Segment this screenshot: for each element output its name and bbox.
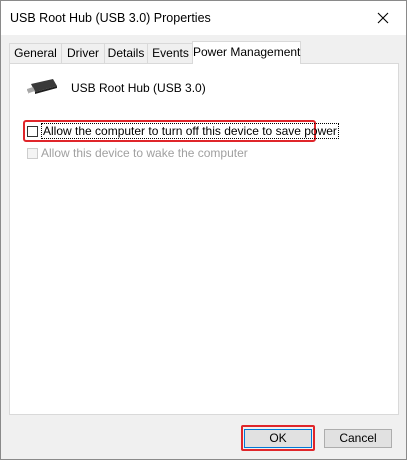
power-management-panel: USB Root Hub (USB 3.0) Allow the compute…: [9, 63, 399, 415]
allow-turn-off-label[interactable]: Allow the computer to turn off this devi…: [41, 123, 339, 139]
allow-wake-checkbox: [27, 147, 38, 159]
usb-plug-icon: [27, 79, 57, 94]
tab-details[interactable]: Details: [104, 43, 148, 63]
allow-wake-label: Allow this device to wake the computer: [41, 146, 248, 160]
window-title: USB Root Hub (USB 3.0) Properties: [10, 11, 211, 25]
device-name: USB Root Hub (USB 3.0): [71, 81, 206, 95]
allow-wake-option: Allow this device to wake the computer: [27, 145, 248, 161]
allow-turn-off-option[interactable]: Allow the computer to turn off this devi…: [27, 123, 339, 139]
cancel-button-label: Cancel: [339, 431, 377, 445]
title-bar: USB Root Hub (USB 3.0) Properties: [1, 1, 406, 35]
close-button[interactable]: [360, 1, 406, 35]
allow-turn-off-checkbox[interactable]: [27, 125, 38, 137]
tab-driver[interactable]: Driver: [61, 43, 105, 63]
tab-general[interactable]: General: [9, 43, 62, 63]
ok-button-label: OK: [269, 431, 287, 445]
tab-power-management[interactable]: Power Management: [192, 41, 301, 64]
ok-button[interactable]: OK: [244, 429, 312, 448]
cancel-button[interactable]: Cancel: [324, 429, 392, 448]
tab-events[interactable]: Events: [147, 43, 194, 63]
tab-strip: General Driver Details Events Power Mana…: [9, 41, 399, 64]
properties-dialog: USB Root Hub (USB 3.0) Properties Genera…: [0, 0, 407, 460]
close-icon: [377, 12, 389, 24]
